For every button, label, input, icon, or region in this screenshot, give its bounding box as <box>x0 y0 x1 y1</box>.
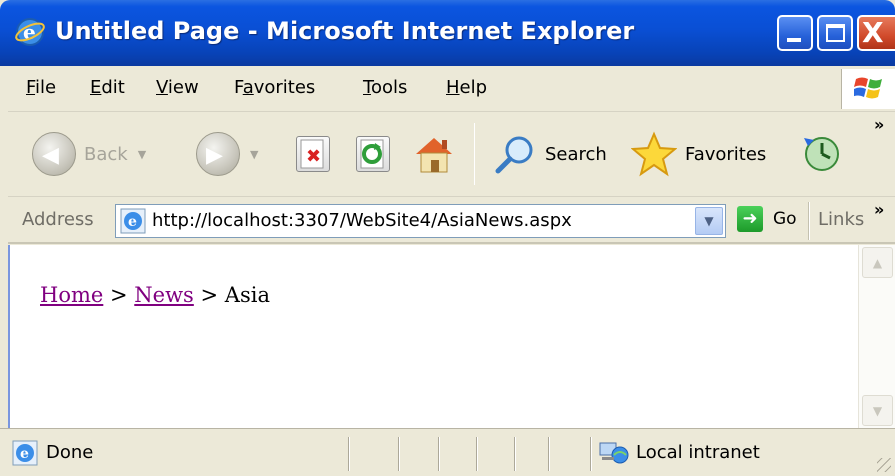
maximize-icon <box>826 24 845 42</box>
status-panel-divider <box>398 437 400 471</box>
menu-view[interactable]: View <box>156 77 199 98</box>
home-button[interactable] <box>412 131 456 177</box>
status-panel-divider <box>348 437 350 471</box>
standard-toolbar: ◀ Back ▼ ▶ ▼ ✖ Search Favorites » <box>8 113 895 197</box>
address-url: http://localhost:3307/WebSite4/AsiaNews.… <box>152 210 572 231</box>
toolbar-separator <box>474 123 475 185</box>
back-button[interactable]: ◀ Back ▼ <box>32 131 146 177</box>
page-content: Home > News > Asia <box>8 245 858 428</box>
vertical-scrollbar[interactable]: ▲ ▼ <box>858 245 895 428</box>
search-button[interactable]: Search <box>493 131 607 177</box>
menu-tools[interactable]: Tools <box>363 77 407 98</box>
status-panel-divider <box>438 437 440 471</box>
menu-bar: File Edit View Favorites Tools Help <box>8 66 895 112</box>
go-label: Go <box>773 209 797 229</box>
ie-icon: e <box>15 18 45 46</box>
svg-text:✖: ✖ <box>306 146 321 167</box>
stop-icon: ✖ <box>296 136 330 172</box>
forward-button[interactable]: ▶ ▼ <box>196 131 258 177</box>
svg-text:e: e <box>128 214 137 230</box>
favorites-star-icon <box>631 131 677 177</box>
breadcrumb-current: Asia <box>224 283 270 307</box>
breadcrumb: Home > News > Asia <box>40 283 270 307</box>
menu-help[interactable]: Help <box>446 77 487 98</box>
title-bar[interactable]: e Untitled Page - Microsoft Internet Exp… <box>0 0 895 66</box>
address-label: Address <box>22 209 94 230</box>
local-intranet-icon <box>599 442 629 464</box>
page-ie-icon: e <box>120 208 146 234</box>
back-dropdown-icon[interactable]: ▼ <box>138 148 146 161</box>
forward-dropdown-icon[interactable]: ▼ <box>250 148 258 161</box>
address-dropdown-icon[interactable]: ▼ <box>695 207 723 235</box>
address-input[interactable]: e http://localhost:3307/WebSite4/AsiaNew… <box>115 204 726 238</box>
stop-button[interactable]: ✖ <box>296 131 330 177</box>
refresh-button[interactable] <box>356 131 390 177</box>
toolbar-overflow-chevron[interactable]: » <box>874 115 884 134</box>
back-label: Back <box>84 143 128 165</box>
status-panel-divider <box>514 437 516 471</box>
menu-file[interactable]: File <box>26 77 56 98</box>
search-label: Search <box>545 143 607 165</box>
windows-flag-icon <box>854 77 882 99</box>
links-separator <box>808 202 810 240</box>
breadcrumb-separator: > <box>193 283 225 307</box>
breadcrumb-news-link[interactable]: News <box>134 283 194 307</box>
windows-logo <box>841 69 895 109</box>
menu-edit[interactable]: Edit <box>90 77 125 98</box>
maximize-button[interactable] <box>817 15 853 51</box>
history-button[interactable] <box>800 131 844 177</box>
status-panel-divider <box>548 437 550 471</box>
scroll-down-icon[interactable]: ▼ <box>862 395 893 426</box>
forward-arrow-icon: ▶ <box>196 132 240 176</box>
links-overflow-chevron[interactable]: » <box>874 200 884 219</box>
minimize-button[interactable] <box>777 15 813 51</box>
status-bar: e Done Local intranet <box>0 428 895 476</box>
search-icon <box>495 136 533 174</box>
scroll-up-icon[interactable]: ▲ <box>862 247 893 278</box>
status-page-icon: e <box>12 440 38 466</box>
window-title: Untitled Page - Microsoft Internet Explo… <box>55 17 635 45</box>
close-button[interactable]: X <box>857 15 895 51</box>
go-button[interactable]: ➜ Go <box>737 206 797 232</box>
go-arrow-icon: ➜ <box>737 206 763 232</box>
status-text: Done <box>46 442 94 463</box>
links-button[interactable]: Links <box>818 209 864 230</box>
home-icon <box>416 138 452 173</box>
refresh-icon <box>356 136 390 172</box>
breadcrumb-home-link[interactable]: Home <box>40 283 103 307</box>
security-zone-text: Local intranet <box>636 442 760 463</box>
breadcrumb-separator: > <box>103 283 135 307</box>
favorites-label: Favorites <box>685 143 767 165</box>
favorites-button[interactable]: Favorites <box>631 131 766 177</box>
status-panel-divider <box>590 437 592 471</box>
menu-favorites[interactable]: Favorites <box>234 77 315 98</box>
close-icon: X <box>862 16 884 49</box>
history-icon <box>804 137 839 171</box>
svg-text:e: e <box>20 446 29 462</box>
address-bar: Address e http://localhost:3307/WebSite4… <box>8 198 895 244</box>
back-arrow-icon: ◀ <box>32 132 76 176</box>
minimize-icon <box>787 38 801 42</box>
resize-grip[interactable] <box>877 458 891 472</box>
status-panel-divider <box>476 437 478 471</box>
menu-file-rest: ile <box>35 77 57 98</box>
